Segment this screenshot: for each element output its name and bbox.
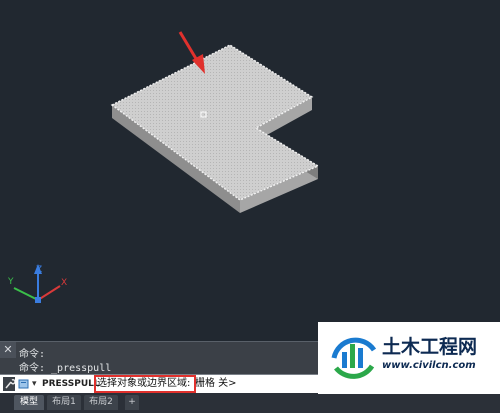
close-icon[interactable]: ✕ xyxy=(0,342,16,358)
model-viewport[interactable]: Z X Y xyxy=(0,0,500,340)
command-history: ✕ 命令: 命令: _presspull xyxy=(0,341,318,374)
wrench-icon[interactable] xyxy=(3,377,15,391)
ucs-y-label: Y xyxy=(7,277,14,287)
tab-layout1[interactable]: 布局1 xyxy=(47,395,81,410)
chevron-down-icon[interactable]: ▾ xyxy=(32,375,37,393)
history-line-2: 命令: _presspull xyxy=(19,363,112,374)
command-option[interactable]: 栅格 关> xyxy=(195,375,237,393)
command-icon[interactable] xyxy=(18,378,30,390)
command-name: PRESSPULL xyxy=(42,379,100,389)
add-layout-button[interactable]: + xyxy=(125,395,139,410)
tab-model[interactable]: 模型 xyxy=(14,395,44,410)
tab-layout2[interactable]: 布局2 xyxy=(84,395,118,410)
ucs-icon: Z X Y xyxy=(7,264,67,303)
drawing-canvas[interactable]: Z X Y xyxy=(0,0,500,340)
layout-tab-bar: 模型 布局1 布局2 + xyxy=(0,393,500,413)
history-line-1: 命令: xyxy=(19,349,46,360)
watermark-name: 土木工程网 xyxy=(382,336,478,358)
ucs-z-label: Z xyxy=(36,265,42,275)
watermark-url: www.civilcn.com xyxy=(382,360,476,371)
logo-icon xyxy=(331,337,377,379)
ucs-x-label: X xyxy=(61,278,67,288)
prompt-highlight-box xyxy=(94,375,196,393)
watermark-logo: 土木工程网 www.civilcn.com xyxy=(318,322,500,394)
